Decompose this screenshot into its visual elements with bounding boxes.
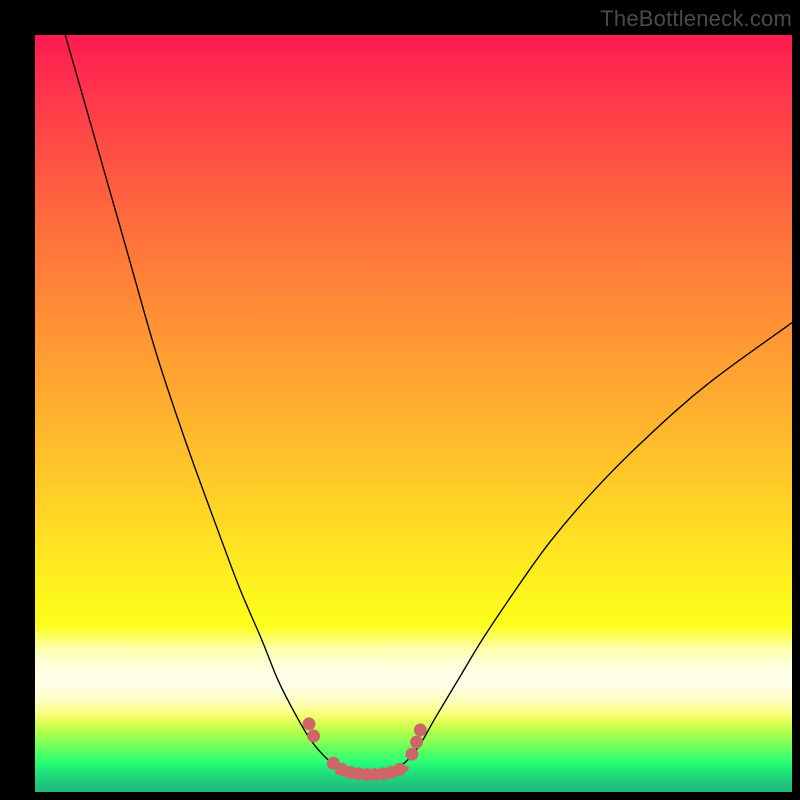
watermark-text: TheBottleneck.com <box>600 6 792 32</box>
chart-background-gradient <box>35 35 792 792</box>
chart-frame: TheBottleneck.com <box>0 0 800 800</box>
